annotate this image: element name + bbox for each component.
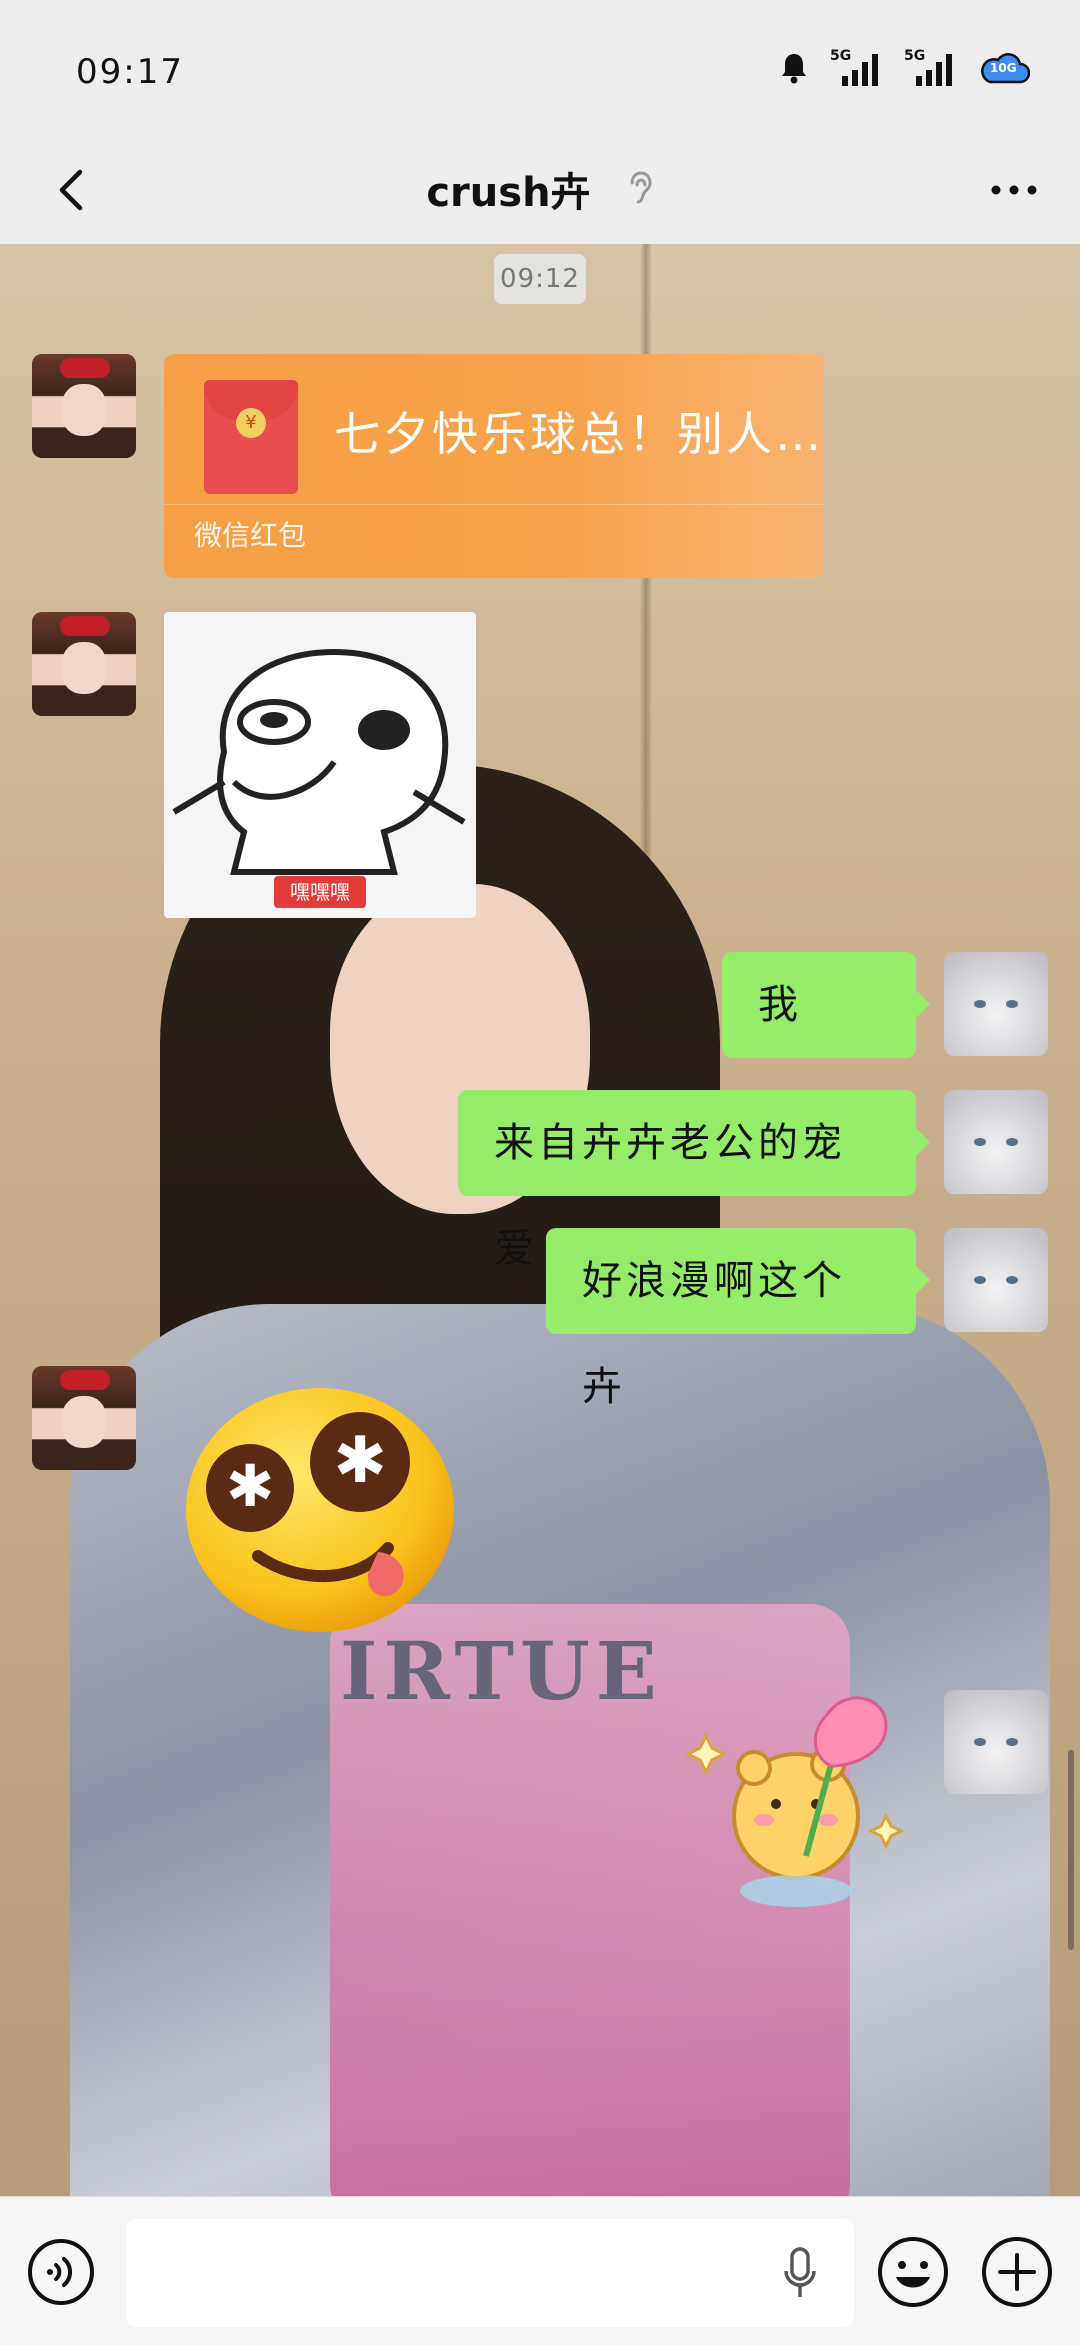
input-bar: [0, 2196, 1080, 2345]
red-packet-icon: ¥: [204, 380, 298, 494]
outgoing-message[interactable]: 好浪漫啊这个卉: [546, 1228, 930, 1410]
meme-sticker-tag: 嘿嘿嘿: [274, 876, 366, 908]
message-input[interactable]: [126, 2219, 854, 2327]
status-bar: 09:17 5G 5G 10G: [0, 0, 1080, 140]
svg-text:✱: ✱: [333, 1424, 387, 1498]
coin-icon: ¥: [236, 408, 266, 438]
red-packet-message[interactable]: ¥ 七夕快乐球总！别人… 微信红包: [164, 354, 824, 578]
red-packet-label: 微信红包: [194, 519, 307, 552]
bell-icon: [782, 54, 806, 84]
status-icons: 5G 5G 10G: [776, 48, 1031, 88]
red-packet-text: 七夕快乐球总！别人…: [334, 407, 824, 461]
contact-avatar[interactable]: [32, 612, 136, 716]
my-avatar[interactable]: [944, 1690, 1048, 1794]
meme-sticker[interactable]: 嘿嘿嘿: [164, 612, 476, 918]
microphone-icon[interactable]: [780, 2245, 820, 2301]
status-time: 09:17: [76, 52, 184, 92]
my-avatar[interactable]: [944, 1090, 1048, 1194]
contact-avatar[interactable]: [32, 354, 136, 458]
signal-icon: 5G: [830, 48, 886, 88]
voice-icon[interactable]: [26, 2237, 96, 2307]
chat-title: crush卉: [426, 170, 591, 216]
shirt-print-text: IRTUE: [340, 1624, 663, 1718]
header-title-wrap: crush卉: [0, 160, 1080, 218]
red-packet-divider: [164, 504, 824, 505]
plus-icon[interactable]: [980, 2235, 1054, 2309]
outgoing-message[interactable]: 来自卉卉老公的宠爱: [458, 1090, 930, 1272]
bear-flower-sticker-icon[interactable]: [676, 1686, 916, 1926]
chat-header: crush卉: [0, 140, 1080, 244]
outgoing-message[interactable]: 我天！: [722, 952, 930, 1134]
money-eyes-emoji-icon[interactable]: ✱ ✱: [178, 1384, 462, 1636]
signal-icon-2: 5G: [904, 48, 960, 88]
svg-text:✱: ✱: [226, 1452, 275, 1520]
my-avatar[interactable]: [944, 952, 1048, 1056]
meme-face-icon: [172, 648, 466, 875]
contact-avatar[interactable]: [32, 1366, 136, 1470]
my-avatar[interactable]: [944, 1228, 1048, 1332]
ear-icon: [630, 171, 652, 204]
scrollbar[interactable]: [1068, 1750, 1074, 1950]
chat-timestamp: 09:12: [494, 254, 586, 304]
cloud-icon: 10G: [978, 48, 1031, 88]
ellipsis-icon[interactable]: [982, 170, 1046, 210]
emoji-icon[interactable]: [876, 2235, 950, 2309]
